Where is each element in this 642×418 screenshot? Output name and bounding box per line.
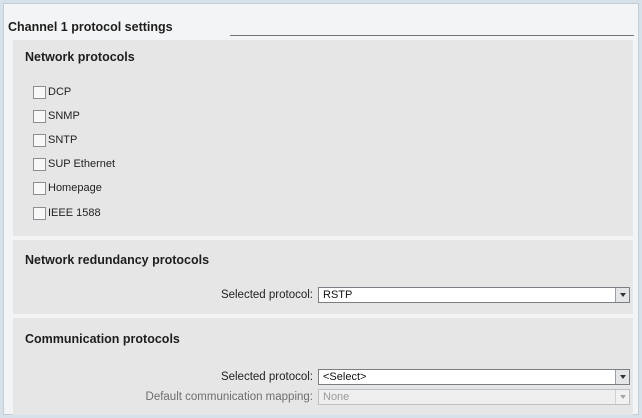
snmp-label: SNMP [48,110,80,122]
communication-protocol-select[interactable]: <Select> [318,369,630,385]
redundancy-selected-protocol-label: Selected protocol: [220,289,313,301]
checkbox-row-ieee-1588[interactable]: IEEE 1588 [33,205,101,221]
dcp-checkbox[interactable] [33,85,46,99]
communication-selected-protocol-label: Selected protocol: [220,371,313,383]
network-protocols-section: Network protocols DCP SNMP SNTP SUP Ethe… [13,40,633,236]
chevron-down-icon [615,390,629,404]
redundancy-protocol-value: RSTP [323,289,353,301]
sup-ethernet-checkbox[interactable] [33,157,46,171]
chevron-down-icon[interactable] [615,288,629,302]
panel-header: Channel 1 protocol settings [8,18,634,36]
communication-protocols-section: Communication protocols Selected protoco… [13,318,633,415]
title-divider [230,35,634,36]
homepage-checkbox[interactable] [33,181,46,195]
communication-protocols-heading: Communication protocols [25,332,180,346]
checkbox-row-sntp[interactable]: SNTP [33,132,77,148]
checkbox-row-snmp[interactable]: SNMP [33,108,80,124]
ieee-1588-label: IEEE 1588 [48,207,101,219]
default-mapping-label: Default communication mapping: [145,391,313,403]
sntp-checkbox[interactable] [33,133,46,147]
network-redundancy-heading: Network redundancy protocols [25,253,210,267]
network-redundancy-section: Network redundancy protocols Selected pr… [13,240,633,314]
default-mapping-value: None [323,391,350,403]
sntp-label: SNTP [48,134,78,146]
checkbox-row-sup-ethernet[interactable]: SUP Ethernet [33,156,115,172]
dcp-label: DCP [48,86,72,98]
checkbox-row-dcp[interactable]: DCP [33,84,71,100]
chevron-down-icon[interactable] [615,370,629,384]
ieee-1588-checkbox[interactable] [33,206,46,220]
sup-ethernet-label: SUP Ethernet [48,158,116,170]
network-protocols-heading: Network protocols [25,50,135,64]
panel-title: Channel 1 protocol settings [8,18,179,36]
communication-protocol-value: <Select> [323,371,367,383]
redundancy-protocol-select[interactable]: RSTP [318,287,630,303]
protocol-settings-panel: Channel 1 protocol settings Network prot… [3,3,639,415]
homepage-label: Homepage [48,182,102,194]
default-mapping-select: None [318,389,630,405]
snmp-checkbox[interactable] [33,109,46,123]
checkbox-row-homepage[interactable]: Homepage [33,180,102,196]
